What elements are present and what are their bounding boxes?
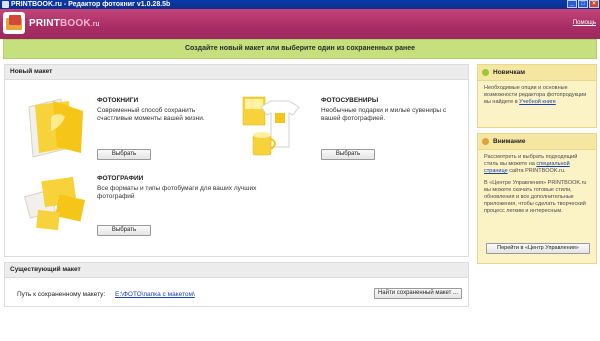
app-icon: [2, 1, 9, 8]
new-layout-panel: Новый макет ФОТОКНИГИ Современный способ…: [4, 64, 469, 257]
logo: PRINTBOOK.ru: [3, 12, 100, 34]
attention-panel: Внимание Рассмотреть и выбрать подходящи…: [477, 133, 597, 264]
photobooks-desc: Современный способ сохранить счастливые …: [97, 107, 205, 122]
select-photobooks-button[interactable]: Выбрать: [97, 149, 151, 160]
existing-layout-heading: Существующий макет: [5, 263, 468, 278]
window-controls: _ □ ×: [567, 0, 599, 9]
souvenirs-item: ФОТОСУВЕНИРЫ Необычные подарки и милые с…: [321, 97, 457, 123]
photos-item: ФОТОГРАФИИ Все форматы и типы фотобумаги…: [97, 175, 257, 201]
warning-icon: [482, 138, 489, 145]
newbie-panel: Новичкам Необходимые опции и основные во…: [477, 64, 597, 128]
select-photos-button[interactable]: Выбрать: [97, 225, 151, 236]
window-title: PRINTBOOK.ru - Редактор фотокниг v1.0.28…: [11, 1, 171, 8]
saved-path-link[interactable]: E:\ФОТО\папка с макетом\: [115, 291, 195, 298]
tutorial-book-link[interactable]: Учебной книге: [519, 99, 556, 105]
close-button[interactable]: ×: [589, 0, 599, 8]
find-saved-layout-button[interactable]: Найти сохраненный макет ...: [374, 288, 462, 299]
photos-desc: Все форматы и типы фотобумаги для ваших …: [97, 185, 257, 200]
attention-heading: Внимание: [478, 134, 596, 150]
newbie-heading: Новичкам: [478, 65, 596, 81]
control-center-button[interactable]: Перейти в «Центр Управления»: [486, 243, 590, 254]
newbie-text: Необходимые опции и основные возможности…: [484, 85, 587, 105]
window-titlebar: PRINTBOOK.ru - Редактор фотокниг v1.0.28…: [0, 0, 600, 9]
photos-icon: [23, 176, 86, 231]
minimize-button[interactable]: _: [567, 0, 577, 8]
photos-title: ФОТОГРАФИИ: [97, 175, 144, 182]
souvenirs-title: ФОТОСУВЕНИРЫ: [321, 97, 379, 104]
path-label: Путь к сохраненному макету:: [17, 291, 106, 298]
instruction-banner: Создайте новый макет или выберите один и…: [3, 39, 597, 59]
existing-layout-panel: Существующий макет Путь к сохраненному м…: [4, 262, 469, 307]
logo-icon: [3, 12, 25, 34]
attention-text-2: В «Центре Управления» PRINTBOOK.ru вы мо…: [484, 180, 587, 214]
new-layout-heading: Новый макет: [5, 65, 468, 80]
souvenir-icon: [242, 96, 300, 156]
maximize-button[interactable]: □: [578, 0, 588, 8]
attention-text: Рассмотреть и выбрать подходящий стиль в…: [484, 154, 578, 174]
photobook-icon: [28, 98, 83, 158]
photobooks-item: ФОТОКНИГИ Современный способ сохранить с…: [97, 97, 217, 123]
photobooks-title: ФОТОКНИГИ: [97, 97, 139, 104]
select-souvenirs-button[interactable]: Выбрать: [321, 149, 375, 160]
app-header: PRINTBOOK.ru Помощь: [0, 9, 600, 39]
info-icon: [482, 69, 489, 76]
help-link[interactable]: Помощь: [573, 20, 596, 26]
logo-text: PRINTBOOK.ru: [29, 17, 100, 29]
souvenirs-desc: Необычные подарки и милые сувениры с ваш…: [321, 107, 447, 122]
